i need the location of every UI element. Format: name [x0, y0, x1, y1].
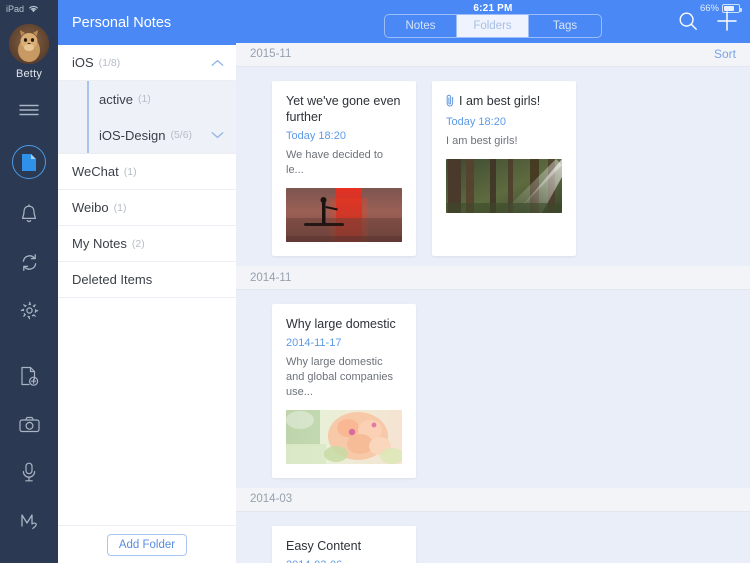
- note-thumbnail: [446, 159, 562, 214]
- section-label: 2014-03: [250, 493, 293, 506]
- note-title-wrap: Why large domestic: [286, 316, 402, 332]
- note-title-wrap: I am best girls!: [446, 93, 562, 111]
- notes-row-2014-11: Why large domestic 2014-11-17 Why large …: [236, 290, 750, 488]
- sidebar-item-weibo[interactable]: Weibo (1): [58, 190, 236, 226]
- sync-icon[interactable]: [0, 244, 58, 280]
- note-title: Why large domestic: [286, 317, 396, 332]
- note-snippet: I am best girls!: [446, 135, 518, 148]
- note-thumbnail: [286, 409, 402, 464]
- note-title: I am best girls!: [459, 93, 541, 108]
- active-indicator-ring: [12, 145, 46, 179]
- view-mode-segmented-control[interactable]: Notes Folders Tags: [384, 13, 602, 38]
- notes-row-2014-03: Easy Content 2014-03-06: [236, 512, 750, 563]
- folder-label: Weibo: [72, 200, 109, 215]
- folder-label: active: [99, 91, 133, 107]
- sidebar-item-active[interactable]: active (1): [58, 81, 236, 117]
- folder-count: (1): [113, 201, 127, 214]
- folder-label: My Notes: [72, 236, 127, 251]
- search-icon[interactable]: [678, 11, 698, 36]
- section-header-2015-11: 2015-11 Sort: [236, 42, 750, 67]
- note-card[interactable]: Easy Content 2014-03-06: [272, 525, 416, 563]
- left-icon-rail: iPad Betty: [0, 0, 58, 563]
- section-label: 2015-11: [250, 48, 292, 61]
- toolbar-actions: [678, 10, 738, 37]
- add-folder-button[interactable]: Add Folder: [106, 533, 188, 556]
- gear-icon[interactable]: [0, 292, 58, 328]
- status-time: 6:21 PM: [473, 3, 513, 14]
- rail-status-bar: iPad: [0, 0, 58, 18]
- folder-count: (1): [137, 93, 151, 105]
- note-card[interactable]: Yet we've gone even further Today 18:20 …: [272, 80, 416, 257]
- user-profile[interactable]: Betty: [9, 24, 49, 80]
- tab-notes[interactable]: Notes: [385, 14, 457, 37]
- tab-folders[interactable]: Folders: [457, 14, 529, 37]
- paperclip-icon: [446, 94, 455, 111]
- note-snippet: We have decided to le...: [286, 149, 384, 177]
- rail-icon-list: [0, 92, 58, 538]
- notes-scroll-area[interactable]: 2015-11 Sort Yet we've gone even further…: [236, 42, 750, 563]
- folder-list: iOS (1/8) active (1) iOS-Design (5/6) We…: [58, 45, 236, 525]
- page-title: Personal Notes: [72, 14, 172, 31]
- sidebar-item-deleted-items[interactable]: Deleted Items: [58, 262, 236, 298]
- note-title-wrap: Easy Content: [286, 538, 402, 554]
- note-date: Today 18:20: [446, 116, 506, 129]
- section-label: 2014-11: [250, 271, 292, 284]
- tab-tags[interactable]: Tags: [529, 15, 601, 37]
- chevron-down-icon[interactable]: [211, 131, 224, 139]
- device-label: iPad: [6, 4, 25, 14]
- avatar[interactable]: [9, 24, 49, 64]
- notes-row-2015-11: Yet we've gone even further Today 18:20 …: [236, 67, 750, 266]
- app-root: iPad Betty Personal Notes iOS (1/8) acti…: [0, 0, 750, 563]
- camera-icon[interactable]: [0, 406, 58, 442]
- sidebar-item-ios-design[interactable]: iOS-Design (5/6): [58, 117, 236, 153]
- note-thumbnail: [286, 188, 402, 243]
- folder-label: iOS: [72, 55, 94, 70]
- section-header-2014-03: 2014-03: [236, 487, 750, 512]
- folder-count: (2): [131, 237, 145, 250]
- folder-label: WeChat: [72, 164, 119, 179]
- folder-count: (1/8): [98, 56, 121, 69]
- note-date: Today 18:20: [286, 130, 346, 143]
- note-date: 2014-11-17: [286, 337, 342, 350]
- section-header-2014-11: 2014-11: [236, 266, 750, 291]
- sidebar-item-ios[interactable]: iOS (1/8): [58, 45, 236, 81]
- note-card[interactable]: Why large domestic 2014-11-17 Why large …: [272, 304, 416, 478]
- new-document-icon[interactable]: [0, 358, 58, 394]
- wifi-icon: [28, 4, 39, 15]
- folder-count: (1): [123, 165, 137, 178]
- folder-label: iOS-Design: [99, 127, 166, 143]
- bell-icon[interactable]: [0, 196, 58, 232]
- folders-sidebar: Personal Notes iOS (1/8) active (1) iOS-…: [58, 0, 236, 563]
- sidebar-item-my-notes[interactable]: My Notes (2): [58, 226, 236, 262]
- note-date: 2014-03-06: [286, 559, 402, 563]
- microphone-icon[interactable]: [0, 454, 58, 490]
- handwriting-icon[interactable]: [0, 502, 58, 538]
- note-card[interactable]: I am best girls! Today 18:20 I am best g…: [432, 80, 576, 257]
- sidebar-item-wechat[interactable]: WeChat (1): [58, 154, 236, 190]
- sort-button[interactable]: Sort: [714, 47, 736, 61]
- sidebar-footer: Add Folder: [58, 525, 236, 563]
- hamburger-menu-icon[interactable]: [0, 92, 58, 128]
- note-title: Yet we've gone even further: [286, 93, 401, 125]
- top-toolbar: 6:21 PM 66% Notes Folders Tags: [236, 0, 750, 43]
- chevron-up-icon[interactable]: [211, 59, 224, 67]
- sidebar-header: Personal Notes: [58, 0, 236, 45]
- main-content: 6:21 PM 66% Notes Folders Tags 2015-11 S…: [236, 0, 750, 563]
- folder-count: (5/6): [170, 129, 193, 141]
- note-snippet: Why large domestic and global companies …: [286, 356, 394, 399]
- user-name: Betty: [15, 68, 43, 80]
- plus-icon[interactable]: [716, 10, 738, 37]
- document-icon[interactable]: [0, 140, 58, 184]
- note-title: Easy Content: [286, 538, 362, 553]
- folder-label: Deleted Items: [72, 272, 153, 287]
- note-title-wrap: Yet we've gone even further: [286, 93, 402, 126]
